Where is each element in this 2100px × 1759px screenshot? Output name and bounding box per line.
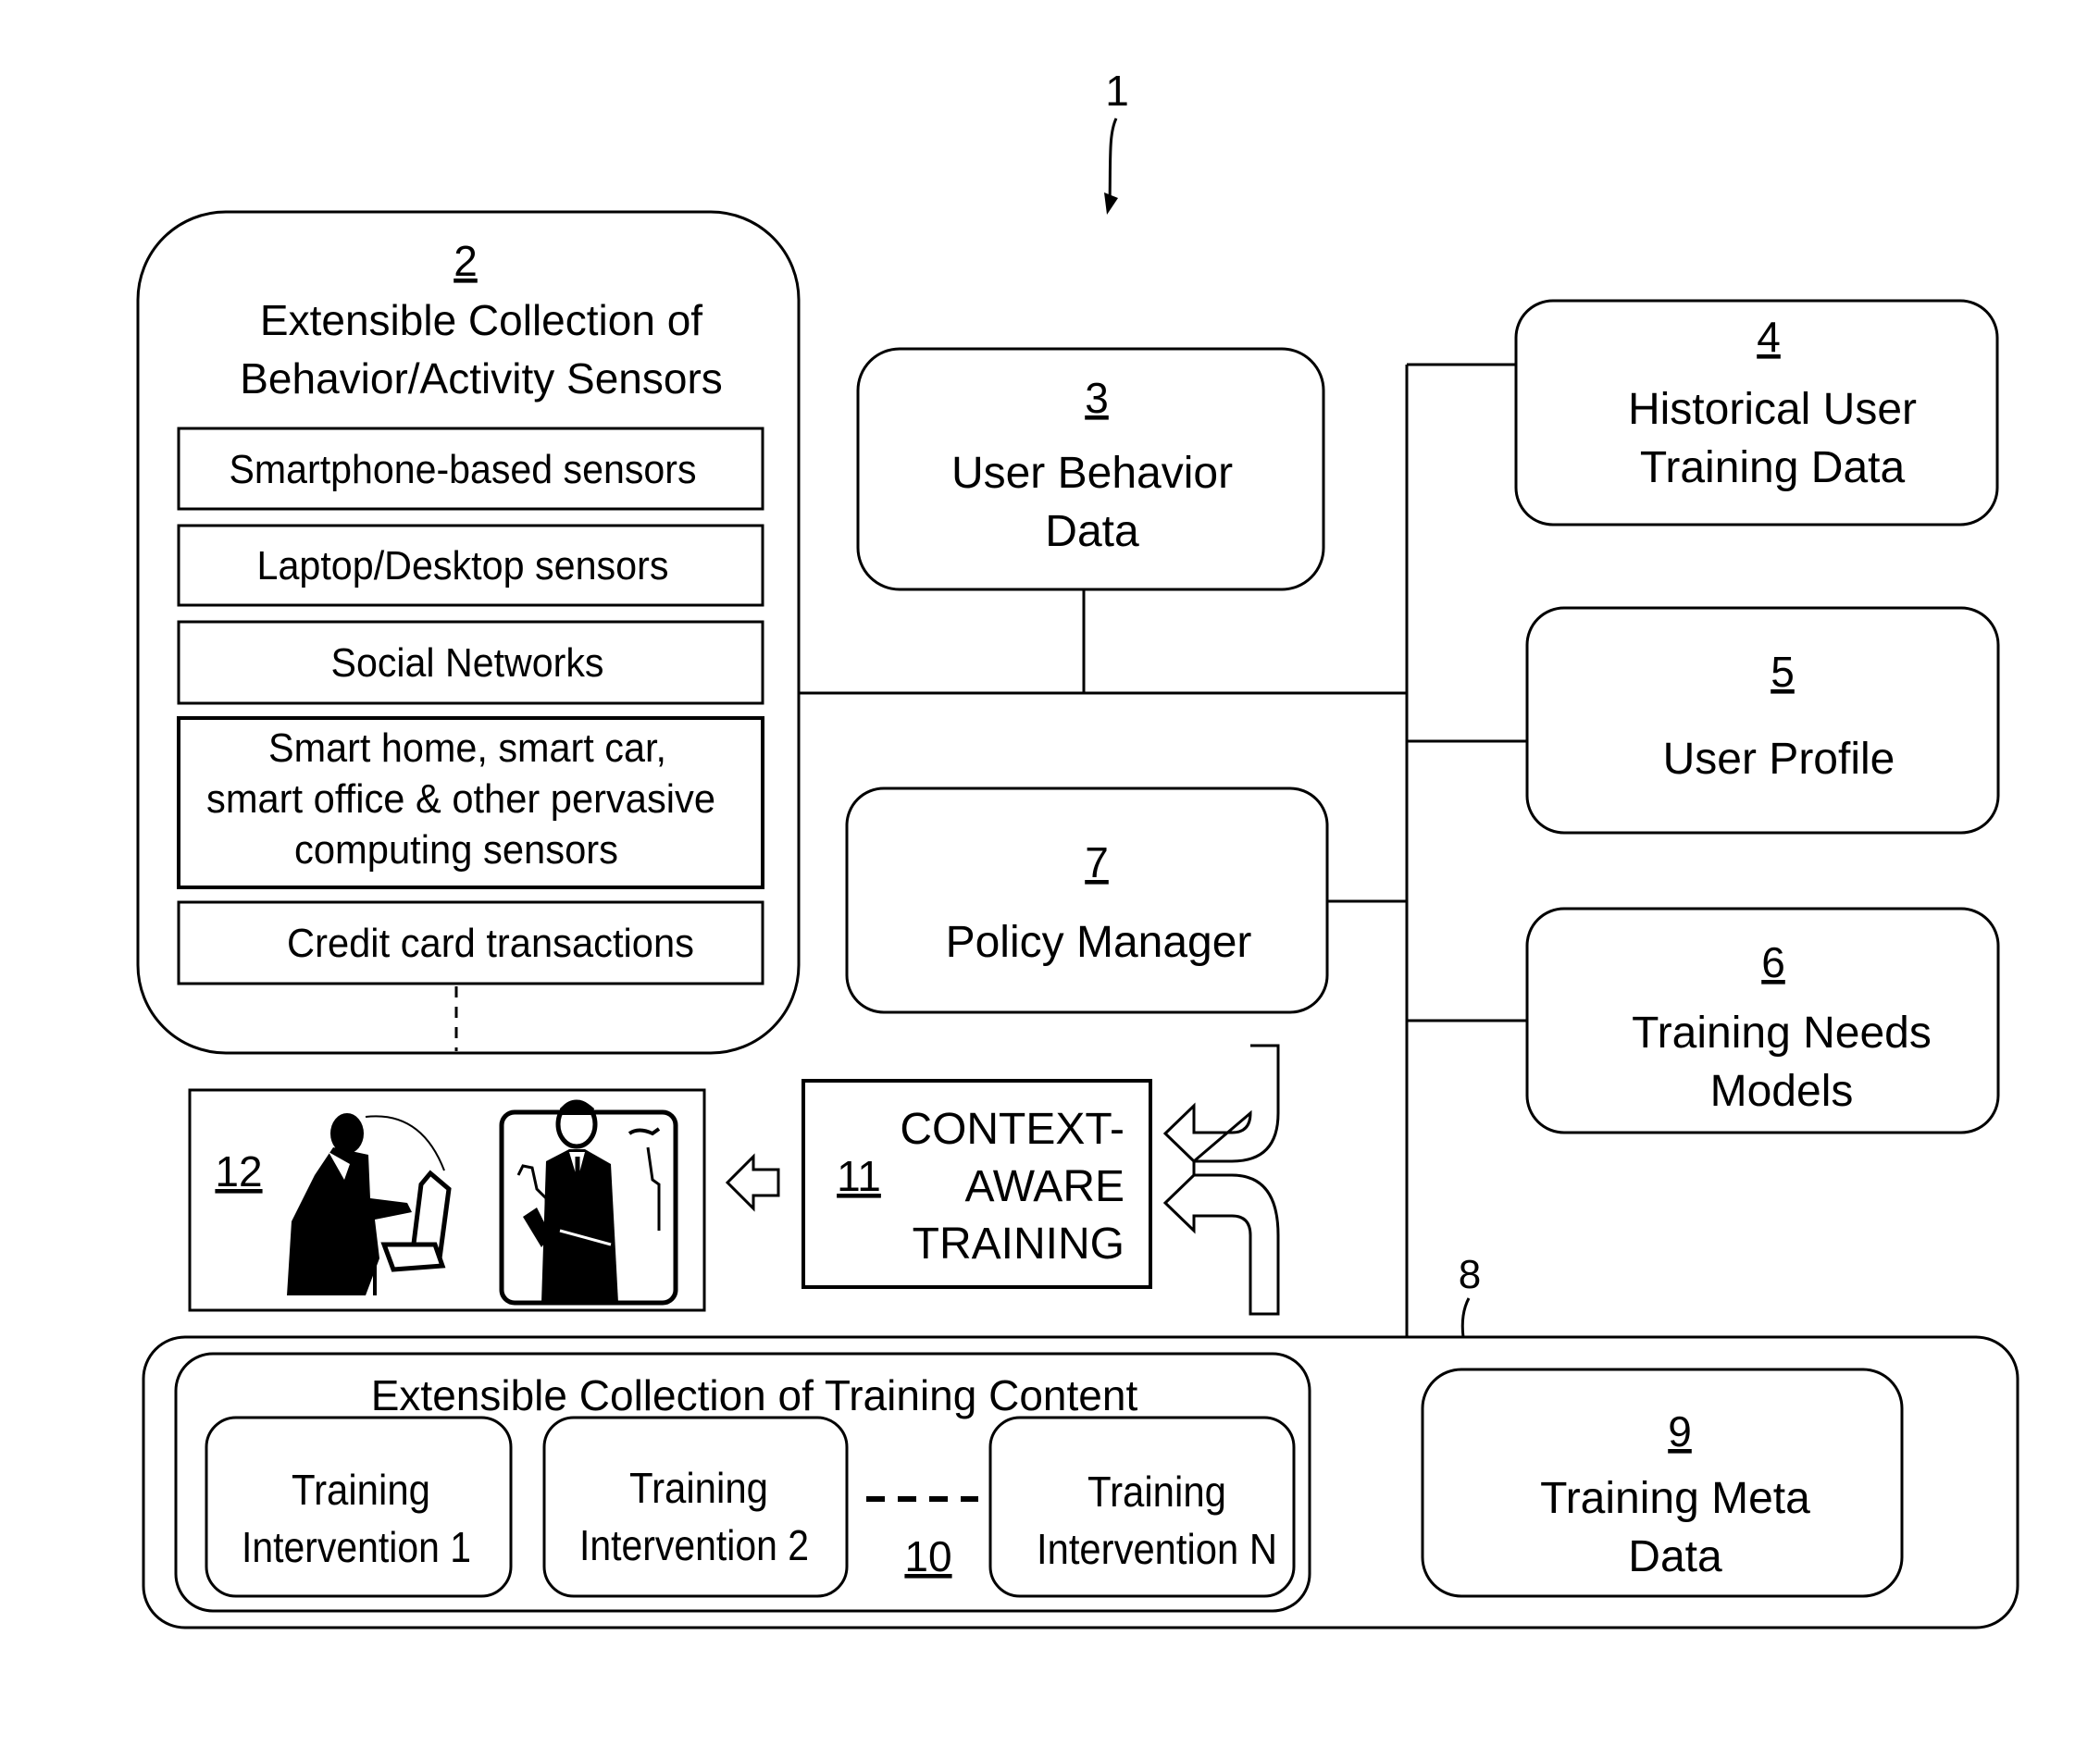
context-aware-training-label-3: TRAINING (913, 1220, 1125, 1269)
training-intervention-label-1: Training (1087, 1468, 1226, 1516)
training-needs-models-ref: 6 (1761, 938, 1785, 986)
historical-training-data-block[interactable]: 4 Historical User Training Data (1514, 299, 1999, 526)
training-intervention-2[interactable]: Training Intervention 2 (542, 1416, 849, 1598)
sensor-collection-title-2: Behavior/Activity Sensors (240, 354, 723, 403)
training-meta-data-label-2: Data (1628, 1532, 1722, 1581)
training-intervention-label-1: Training (292, 1466, 430, 1514)
figure-ref-arrow-shaft (1108, 118, 1118, 206)
training-delivery-ref: 12 (215, 1147, 262, 1195)
figure-ref-arrowhead-icon (1104, 192, 1118, 215)
user-profile-label: User Profile (1663, 735, 1895, 784)
historical-training-data-label-2: Training Data (1640, 443, 1906, 492)
context-aware-training-block[interactable]: 11 CONTEXT- AWARE TRAINING (801, 1079, 1152, 1289)
training-meta-data-label-1: Training Meta (1540, 1474, 1810, 1523)
training-intervention-n[interactable]: Training Intervention N (988, 1416, 1296, 1598)
user-behavior-data-label-2: Data (1045, 507, 1139, 556)
sensor-item-smartphone[interactable]: Smartphone-based sensors (177, 427, 764, 511)
sensor-item-label: Smartphone-based sensors (230, 447, 697, 492)
user-profile-ref: 5 (1771, 648, 1795, 696)
sensor-item-smart-environments[interactable]: Smart home, smart car, smart office & ot… (177, 716, 764, 889)
sensor-item-label: Laptop/Desktop sensors (257, 543, 669, 588)
user-behavior-data-label-1: User Behavior (951, 449, 1233, 498)
policy-manager-label: Policy Manager (946, 918, 1252, 967)
training-intervention-1[interactable]: Training Intervention 1 (205, 1416, 513, 1598)
training-repository-block[interactable]: Extensible Collection of Training Conten… (142, 1335, 2019, 1629)
user-behavior-data-ref: 3 (1085, 374, 1109, 422)
sensor-item-laptop-desktop[interactable]: Laptop/Desktop sensors (177, 524, 764, 607)
training-delivery-block[interactable]: 12 (188, 1088, 706, 1312)
sensor-item-credit-card[interactable]: Credit card transactions (177, 900, 764, 985)
training-intervention-label-2: Intervention 2 (579, 1521, 809, 1569)
training-content-block[interactable]: Extensible Collection of Training Conten… (174, 1352, 1311, 1613)
user-behavior-data-block[interactable]: 3 User Behavior Data (856, 347, 1325, 591)
user-profile-block[interactable]: 5 User Profile (1525, 606, 2000, 835)
sensor-collection-ref: 2 (454, 237, 478, 285)
system-diagram: 1 2 Extensible Collection of Behavior/Ac… (136, 67, 2019, 1629)
figure-ref-1: 1 (1104, 67, 1129, 215)
sensor-item-label: Social Networks (331, 640, 604, 686)
bus-ref-leader (1460, 1297, 1471, 1338)
historical-training-data-ref: 4 (1757, 313, 1781, 361)
user-profile-frame (1525, 606, 2000, 835)
context-aware-training-label-2: AWARE (965, 1162, 1125, 1211)
training-intervention-label-1: Training (629, 1464, 768, 1512)
patent-figure: 1 2 Extensible Collection of Behavior/Ac… (0, 0, 2100, 1759)
sensor-item-label-line2: smart office & other pervasive (206, 776, 715, 822)
training-needs-models-label-2: Models (1710, 1067, 1854, 1116)
training-needs-models-label-1: Training Needs (1632, 1009, 1932, 1058)
sensor-item-label-line3: computing sensors (294, 827, 618, 873)
policy-manager-frame (845, 787, 1329, 1014)
sensor-item-label-line1: Smart home, smart car, (268, 725, 666, 771)
training-meta-data-block[interactable]: 9 Training Meta Data (1421, 1368, 1904, 1598)
training-needs-models-block[interactable]: 6 Training Needs Models (1525, 907, 2000, 1134)
sensor-collection-block[interactable]: 2 Extensible Collection of Behavior/Acti… (136, 210, 801, 1055)
sensor-item-social-networks[interactable]: Social Networks (177, 620, 764, 705)
bus-ref-label: 8 (1459, 1252, 1481, 1297)
training-intervention-label-2: Intervention N (1037, 1525, 1277, 1573)
training-content-ref: 10 (904, 1532, 951, 1580)
merge-arrow-shape-icon (1162, 1044, 1280, 1316)
bus-ref-8: 8 (1459, 1252, 1481, 1338)
policy-manager-block[interactable]: 7 Policy Manager (845, 787, 1329, 1014)
policy-manager-ref: 7 (1085, 838, 1109, 886)
sensor-item-label: Credit card transactions (287, 921, 694, 966)
training-intervention-label-2: Intervention 1 (242, 1523, 471, 1571)
context-aware-training-ref: 11 (837, 1152, 881, 1200)
businessman-with-phone-icon (499, 1099, 678, 1306)
training-meta-data-ref: 9 (1668, 1407, 1692, 1456)
training-content-title: Extensible Collection of Training Conten… (371, 1371, 1138, 1419)
figure-ref-label: 1 (1105, 67, 1129, 115)
delivery-arrow-icon (725, 1153, 780, 1212)
context-aware-training-label-1: CONTEXT- (900, 1105, 1125, 1154)
historical-training-data-label-1: Historical User (1628, 385, 1917, 434)
merge-arrows (1162, 1044, 1280, 1316)
sensor-collection-title-1: Extensible Collection of (260, 296, 702, 344)
